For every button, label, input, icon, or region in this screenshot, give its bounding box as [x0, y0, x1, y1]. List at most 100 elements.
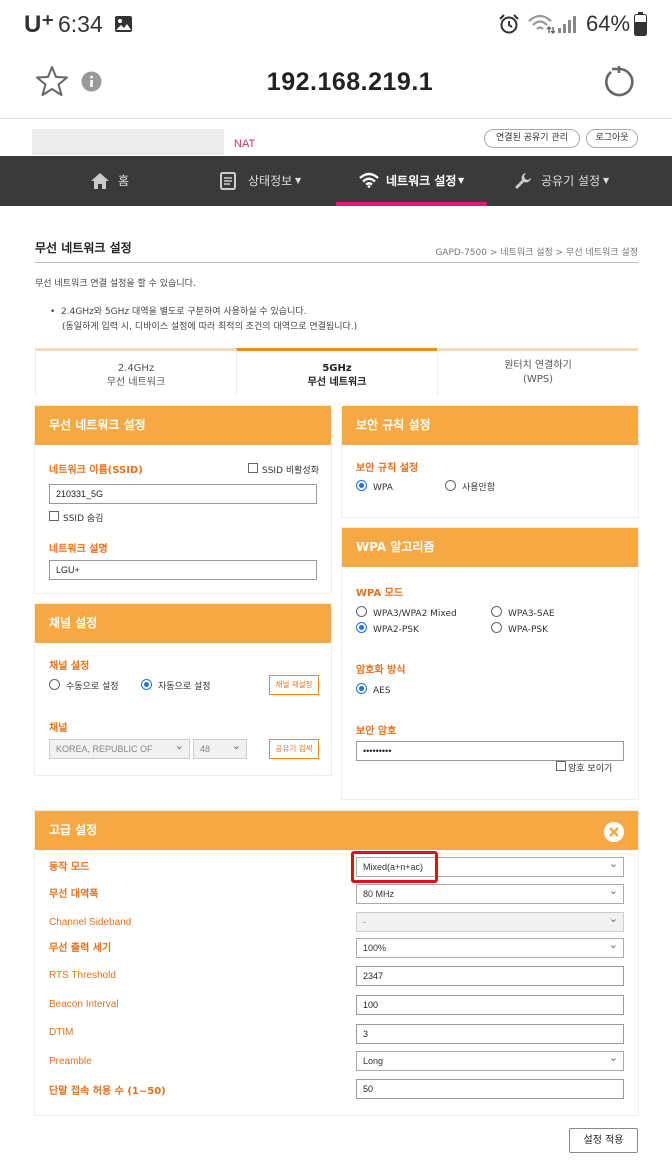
- band-tabs: 2.4GHz 무선 네트워크 5GHz 무선 네트워크 원터치 연결하기 (WP…: [35, 348, 638, 395]
- page-description: 무선 네트워크 연결 설정을 할 수 있습니다.: [35, 279, 196, 289]
- ssid-hide-checkbox[interactable]: [49, 511, 59, 521]
- ssid-label: 네트워크 이름(SSID): [49, 465, 143, 476]
- channel-sideband-select[interactable]: -: [356, 910, 624, 932]
- network-description-input[interactable]: LGU+: [49, 560, 317, 580]
- caret-down-icon: ▼: [603, 176, 610, 185]
- network-description-label: 네트워크 설명: [49, 544, 108, 555]
- tab-2-4ghz[interactable]: 2.4GHz 무선 네트워크: [35, 348, 236, 395]
- advanced-panel-title: 고급 설정: [35, 811, 638, 850]
- url-bar[interactable]: 192.168.219.1: [0, 68, 672, 97]
- bandwidth-label: 무선 대역폭: [49, 889, 99, 900]
- aes-label: AES: [373, 686, 391, 696]
- battery-icon: [634, 12, 647, 36]
- tx-power-select[interactable]: 100%: [356, 936, 624, 958]
- tab-5ghz-line1: 5GHz: [322, 363, 352, 374]
- tab-wps[interactable]: 원터치 연결하기 (WPS): [437, 348, 638, 395]
- wpa-mode-label: WPA 모드: [356, 588, 404, 599]
- dtim-input[interactable]: 3: [356, 1024, 624, 1044]
- auto-channel-label: 자동으로 설정: [158, 682, 211, 692]
- manual-channel-radio[interactable]: [49, 679, 60, 690]
- notes: • 2.4GHz와 5GHz 대역을 별도로 구분하여 사용하실 수 있습니다.…: [50, 305, 357, 335]
- wpa3-sae-radio[interactable]: [491, 606, 502, 617]
- title-divider: [35, 262, 638, 263]
- ssid-input[interactable]: 210331_5G: [49, 484, 317, 504]
- ssid-disable-checkbox[interactable]: [248, 463, 258, 473]
- channel-select[interactable]: 48: [193, 737, 247, 759]
- no-security-radio[interactable]: [445, 480, 456, 491]
- ssid-hide-label: SSID 숨김: [63, 514, 104, 524]
- battery-percent: 64%: [586, 11, 631, 36]
- connected-devices-button[interactable]: 연결된 공유기 관리: [484, 129, 580, 148]
- channel-panel-title: 채널 설정: [35, 604, 331, 643]
- show-password-label: 암호 보이기: [568, 764, 613, 774]
- wpa2-psk-radio[interactable]: [356, 622, 367, 633]
- tab-5ghz-line2: 무선 네트워크: [307, 377, 367, 388]
- wifi-icon: [359, 172, 379, 188]
- highlight-box: [351, 851, 438, 883]
- rts-threshold-input[interactable]: 2347: [356, 966, 624, 986]
- dtim-label: DTIM: [49, 1027, 74, 1038]
- ssid-disable-label: SSID 비활성화: [262, 466, 319, 476]
- channel-reset-button[interactable]: 채널 재설정: [269, 675, 319, 695]
- wpa-psk-label: WPA-PSK: [508, 625, 548, 635]
- auto-channel-radio[interactable]: [141, 679, 152, 690]
- wifi-icon: [528, 14, 555, 34]
- clock: 6:34: [58, 11, 103, 37]
- wpa3-wpa2-mixed-radio[interactable]: [356, 606, 367, 617]
- apply-settings-button[interactable]: 설정 적용: [569, 1128, 638, 1153]
- bandwidth-select[interactable]: 80 MHz: [356, 882, 624, 904]
- channel-label: 채널: [49, 723, 68, 734]
- manual-channel-label: 수동으로 설정: [66, 682, 119, 692]
- tab-wps-line2: (WPS): [522, 374, 554, 385]
- alarm-icon: [499, 14, 519, 34]
- nat-label: NAT: [234, 138, 256, 150]
- breadcrumb: GAPD-7500 > 네트워크 설정 > 무선 네트워크 설정: [435, 248, 638, 258]
- browser-toolbar: 192.168.219.1: [0, 50, 672, 118]
- nav-home-label: 홈: [118, 174, 130, 188]
- nav-router-settings-label: 공유기 설정: [541, 174, 601, 188]
- nav-network[interactable]: 네트워크 설정 ▼: [336, 156, 487, 206]
- masked-device-name: [32, 129, 224, 155]
- country-select[interactable]: KOREA, REPUBLIC OF: [49, 737, 190, 759]
- note-line-1: • 2.4GHz와 5GHz 대역을 별도로 구분하여 사용하실 수 있습니다.: [50, 307, 307, 317]
- operation-mode-label: 동작 모드: [49, 862, 90, 873]
- wireless-panel-title: 무선 네트워크 설정: [35, 406, 331, 445]
- tx-power-label: 무선 출력 세기: [49, 943, 112, 954]
- document-icon: [220, 172, 236, 190]
- status-bar: U⁺ 6:34 64%: [0, 0, 672, 50]
- aes-radio[interactable]: [356, 683, 367, 694]
- nav-status-label: 상태정보: [248, 174, 293, 188]
- carrier-label: U⁺: [24, 11, 54, 38]
- max-clients-input[interactable]: 50: [356, 1079, 624, 1099]
- tab-2-4ghz-line1: 2.4GHz: [117, 363, 155, 374]
- nav-network-label: 네트워크 설정: [386, 174, 457, 188]
- wpa-psk-radio[interactable]: [491, 622, 502, 633]
- security-panel-title: 보안 규칙 설정: [342, 406, 638, 445]
- beacon-interval-input[interactable]: 100: [356, 995, 624, 1015]
- show-password-checkbox[interactable]: [556, 761, 566, 771]
- nav-router-settings[interactable]: 공유기 설정 ▼: [514, 156, 624, 206]
- caret-down-icon: ▼: [458, 176, 465, 185]
- router-search-button[interactable]: 공유기 검색: [269, 739, 319, 759]
- main-nav: 홈 상태정보 ▼ 네트워크 설정 ▼ 공유기 설정 ▼: [0, 156, 672, 206]
- no-security-label: 사용안함: [462, 483, 496, 493]
- tab-5ghz[interactable]: 5GHz 무선 네트워크: [236, 348, 437, 395]
- security-key-input[interactable]: •••••••••: [356, 741, 624, 761]
- wpa-radio[interactable]: [356, 480, 367, 491]
- wpa3-sae-label: WPA3-SAE: [508, 609, 555, 619]
- preamble-select[interactable]: Long: [356, 1049, 624, 1071]
- wrench-icon: [515, 173, 531, 189]
- wpa-panel-title: WPA 알고리즘: [342, 528, 638, 567]
- wpa-label: WPA: [373, 483, 393, 493]
- max-clients-label: 단말 접속 허용 수 (1~50): [49, 1086, 166, 1097]
- wpa2-psk-label: WPA2-PSK: [373, 625, 419, 635]
- reload-icon[interactable]: [602, 65, 635, 98]
- logout-button[interactable]: 로그아웃: [586, 129, 638, 148]
- wpa3-wpa2-mixed-label: WPA3/WPA2 Mixed: [373, 609, 457, 619]
- page-title: 무선 네트워크 설정: [35, 241, 132, 255]
- encryption-label: 암호화 방식: [356, 665, 406, 676]
- close-icon[interactable]: [604, 822, 624, 842]
- nav-status[interactable]: 상태정보 ▼: [220, 156, 310, 206]
- nav-home[interactable]: 홈: [90, 156, 150, 206]
- gallery-icon: [115, 16, 132, 32]
